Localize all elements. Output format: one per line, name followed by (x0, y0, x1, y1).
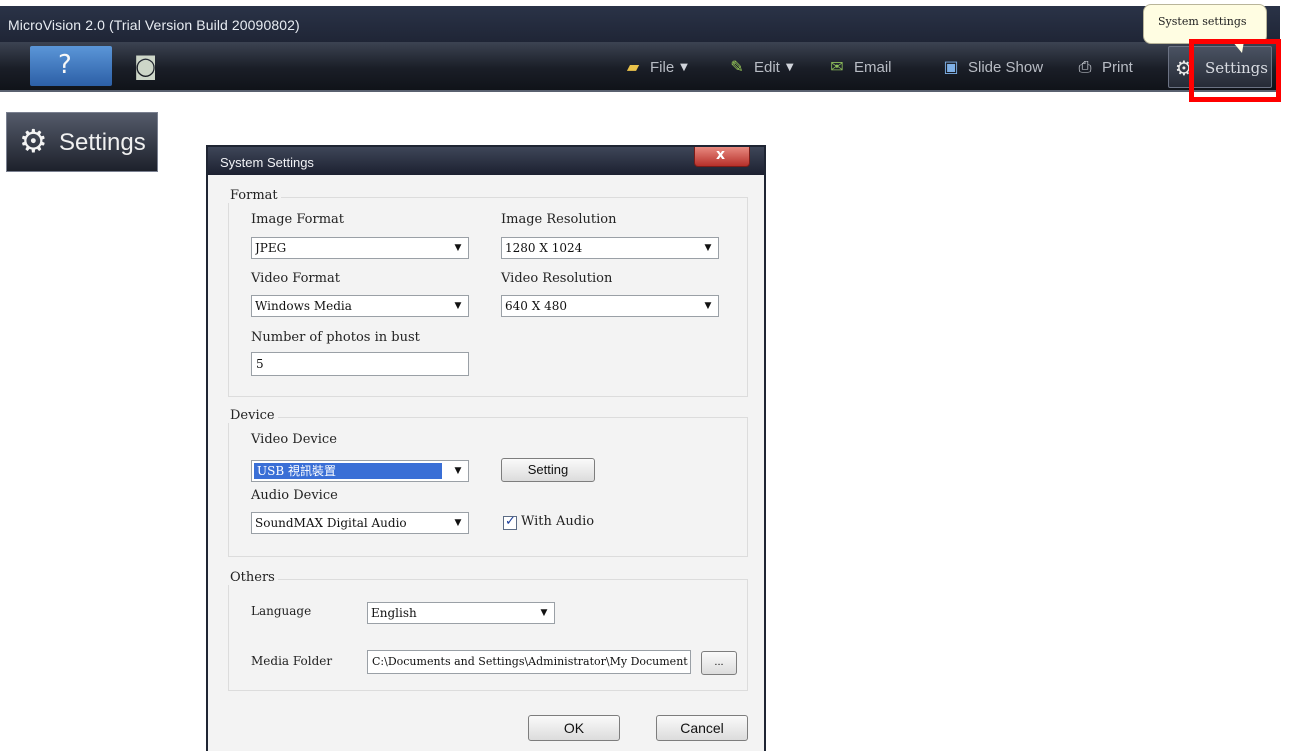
format-group: Format Image Format JPEG ▼ Image Resolut… (227, 188, 748, 397)
folder-icon: ▰ (626, 57, 640, 76)
video-format-select[interactable]: Windows Media ▼ (251, 295, 469, 317)
language-select[interactable]: English ▼ (367, 602, 555, 624)
image-resolution-value: 1280 X 1024 (505, 241, 583, 255)
settings-button-callout: ⚙ Settings (6, 112, 158, 172)
dialog-title-bar: System Settings x (208, 147, 764, 175)
chevron-down-icon: ▼ (540, 608, 548, 618)
media-folder-input[interactable]: C:\Documents and Settings\Administrator\… (367, 650, 691, 674)
slide-show-button[interactable]: ▣ Slide Show (940, 56, 1043, 78)
burst-count-value: 5 (256, 357, 264, 371)
browse-label: ... (714, 656, 724, 668)
ok-button[interactable]: OK (528, 715, 620, 741)
app-title: MicroVision 2.0 (Trial Version Build 200… (8, 17, 300, 33)
app-title-bar: MicroVision 2.0 (Trial Version Build 200… (0, 6, 1280, 42)
device-group: Device Video Device USB 視訊裝置 ▼ Setting A… (227, 408, 748, 557)
callout-settings-label: Settings (59, 129, 146, 156)
edit-icon: ✎ (730, 57, 744, 76)
cancel-label: Cancel (680, 720, 724, 736)
printer-icon: ⎙ (1078, 57, 1092, 76)
chevron-down-icon: ▼ (454, 466, 462, 476)
slide-show-label: Slide Show (968, 58, 1044, 76)
camera-button[interactable]: ◙ (130, 46, 170, 86)
burst-count-label: Number of photos in bust (251, 330, 420, 345)
settings-highlight-box (1189, 39, 1281, 102)
with-audio-checkbox[interactable]: ✓ (503, 514, 517, 530)
audio-device-value: SoundMAX Digital Audio (255, 516, 407, 530)
email-icon: ✉ (830, 57, 844, 76)
image-resolution-select[interactable]: 1280 X 1024 ▼ (501, 237, 719, 259)
with-audio-label: With Audio (521, 514, 595, 529)
camera-icon: ◙ (134, 52, 158, 80)
image-format-select[interactable]: JPEG ▼ (251, 237, 469, 259)
close-icon: x (716, 147, 726, 163)
ok-label: OK (563, 720, 585, 736)
device-group-label: Device (227, 408, 278, 423)
audio-device-select[interactable]: SoundMAX Digital Audio ▼ (251, 512, 469, 534)
image-format-value: JPEG (255, 241, 287, 255)
format-group-label: Format (227, 188, 281, 203)
video-device-select[interactable]: USB 視訊裝置 ▼ (251, 460, 469, 482)
video-format-value: Windows Media (255, 299, 352, 313)
image-format-label: Image Format (251, 212, 345, 227)
burst-count-input[interactable]: 5 (251, 352, 469, 376)
chevron-down-icon: ▼ (454, 301, 462, 311)
media-folder-value: C:\Documents and Settings\Administrator\… (372, 655, 688, 668)
chevron-down-icon: ▼ (704, 243, 712, 253)
slideshow-icon: ▣ (943, 57, 959, 76)
gear-icon: ⚙ (19, 122, 48, 160)
checkmark-icon: ✓ (505, 514, 516, 529)
dialog-title: System Settings (220, 155, 314, 170)
dialog-body: Format Image Format JPEG ▼ Image Resolut… (208, 175, 764, 751)
tooltip-text: System settings (1158, 15, 1247, 28)
chevron-down-icon: ▼ (680, 61, 688, 73)
video-device-label: Video Device (251, 432, 337, 447)
help-icon: ? (58, 50, 72, 80)
media-folder-label: Media Folder (251, 654, 333, 668)
help-button[interactable]: ? (30, 46, 112, 86)
video-format-label: Video Format (251, 271, 340, 286)
email-button[interactable]: ✉ Email (826, 56, 892, 78)
language-label: Language (251, 604, 312, 618)
chevron-down-icon: ▼ (704, 301, 712, 311)
device-setting-label: Setting (527, 462, 569, 477)
settings-tooltip: System settings (1143, 4, 1267, 53)
chevron-down-icon: ▼ (785, 61, 794, 73)
audio-device-label: Audio Device (251, 488, 338, 503)
image-resolution-label: Image Resolution (501, 212, 617, 227)
system-settings-dialog: System Settings x Format Image Format JP… (206, 145, 766, 751)
edit-menu[interactable]: ✎ Edit ▼ (726, 56, 794, 78)
chevron-down-icon: ▼ (454, 243, 462, 253)
file-menu-label: File (650, 58, 675, 76)
others-group-label: Others (227, 570, 278, 585)
close-button[interactable]: x (694, 147, 750, 167)
others-group: Others Language English ▼ Media Folder C… (227, 570, 748, 691)
file-menu[interactable]: ▰ File ▼ (622, 56, 688, 78)
browse-folder-button[interactable]: ... (701, 651, 737, 675)
print-label: Print (1102, 58, 1133, 76)
language-value: English (371, 606, 417, 620)
video-resolution-label: Video Resolution (501, 271, 613, 286)
video-resolution-select[interactable]: 640 X 480 ▼ (501, 295, 719, 317)
device-setting-button[interactable]: Setting (501, 458, 595, 482)
email-label: Email (854, 58, 892, 76)
print-button[interactable]: ⎙ Print (1074, 56, 1133, 78)
cancel-button[interactable]: Cancel (656, 715, 748, 741)
video-device-value: USB 視訊裝置 (254, 463, 442, 479)
edit-menu-label: Edit (754, 58, 780, 76)
main-toolbar: ? ◙ ▰ File ▼ ✎ Edit ▼ ✉ Email ▣ Slide Sh… (0, 42, 1280, 92)
chevron-down-icon: ▼ (454, 518, 462, 528)
video-resolution-value: 640 X 480 (505, 299, 567, 313)
